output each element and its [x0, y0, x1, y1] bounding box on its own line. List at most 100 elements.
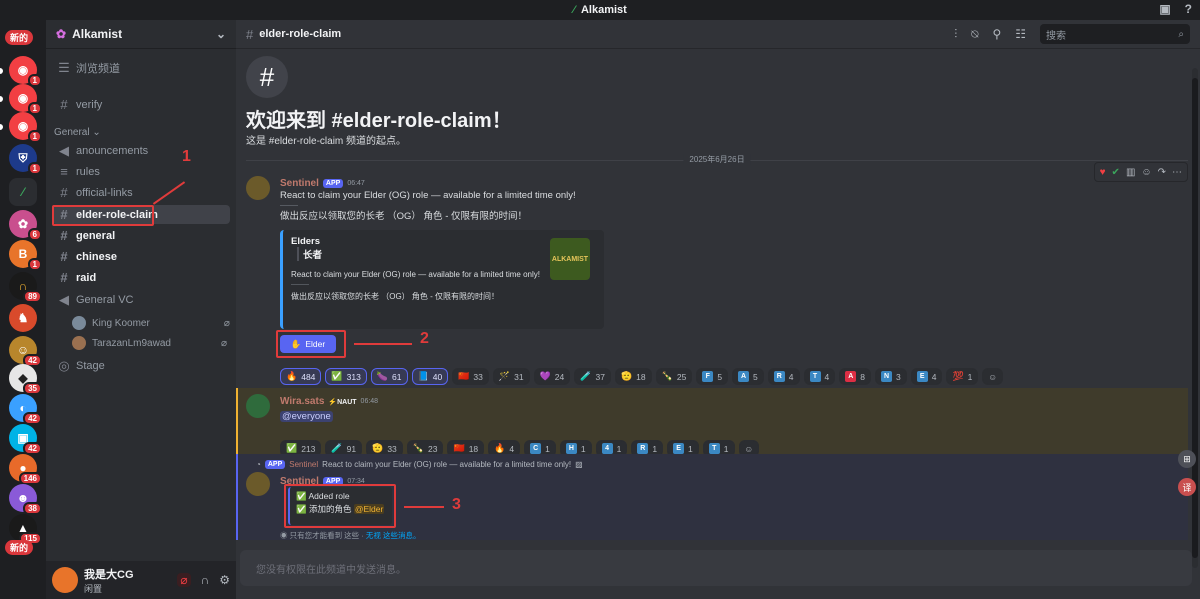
reaction-chip[interactable]: R4 — [767, 368, 800, 385]
discord-server-icon[interactable]: ◉ 1 — [9, 56, 42, 87]
channel-label: rules — [76, 165, 100, 178]
reaction-chip[interactable]: 🇨🇳 33 — [452, 368, 489, 385]
reaction-chip[interactable]: N3 — [874, 368, 907, 385]
reaction-chip[interactable]: 💯 1 — [946, 368, 979, 385]
server-icon[interactable]: ☺ 42 — [9, 336, 42, 367]
everyone-mention[interactable]: @everyone — [280, 411, 333, 422]
server-icon[interactable]: ✿ 6 — [9, 210, 42, 241]
help-icon[interactable]: ? — [1185, 2, 1192, 16]
mic-off-icon: ⌀ — [220, 337, 227, 349]
channel-anouncements[interactable]: ◀ anouncements — [52, 141, 230, 160]
reaction-count: 1 — [723, 443, 729, 454]
unread-dot — [0, 68, 3, 74]
channel-label: official-links — [76, 186, 133, 199]
reaction-chip[interactable]: A5 — [732, 368, 764, 385]
server-icon[interactable]: ∩ 89 — [9, 272, 42, 303]
bell-off-icon[interactable]: ⍉ — [971, 27, 978, 42]
server-icon[interactable]: ● 146 — [9, 454, 42, 485]
channel-official-links[interactable]: # official-links — [52, 183, 230, 202]
reaction-chip[interactable]: ✅ 313 — [325, 368, 367, 385]
channel-chinese[interactable]: # chinese — [52, 247, 230, 266]
server-icon[interactable]: ◆ 35 — [9, 364, 42, 395]
avatar[interactable] — [246, 472, 270, 496]
reaction-chip[interactable]: 🧪 37 — [574, 368, 611, 385]
channel-rules[interactable]: ≡ rules — [52, 162, 230, 181]
window-titlebar: ⁄ Alkamist ▣? — [0, 0, 1200, 20]
channel-label: general — [76, 229, 116, 242]
rules-icon: ≡ — [60, 164, 68, 179]
translate-icon[interactable]: 译 — [1178, 478, 1196, 496]
reaction-chip[interactable]: 💜 24 — [533, 368, 571, 385]
avatar[interactable] — [52, 567, 78, 593]
reaction-chip[interactable]: E4 — [910, 368, 943, 385]
reaction-chip[interactable]: 🍾 25 — [655, 368, 693, 385]
voice-user[interactable]: TarazanLm9awad ⌀ — [72, 336, 227, 350]
reaction-count: 91 — [346, 443, 357, 454]
alkamist-server-icon[interactable]: ⁄ — [9, 178, 37, 206]
hash-icon: # — [246, 26, 254, 42]
hash-icon: # — [60, 249, 68, 264]
app-badge: APP — [322, 179, 344, 188]
server-icon[interactable]: ♞ — [9, 304, 37, 332]
reaction-chip[interactable]: 🍆 61 — [370, 368, 408, 385]
dismiss-link[interactable]: 无视 这些消息。 — [366, 531, 421, 540]
category-general[interactable]: General ⌄ — [54, 127, 101, 138]
reaction-chip[interactable]: A8 — [839, 368, 871, 385]
apps-icon[interactable]: ⊞ — [1178, 450, 1196, 468]
add-reaction-icon[interactable]: ☺ — [982, 368, 1004, 385]
discord-server-icon[interactable]: ◉ 1 — [9, 84, 42, 115]
members-icon[interactable]: ☷ — [1015, 27, 1026, 41]
annotation-label-3: 3 — [452, 496, 461, 513]
letter-emoji-icon: T — [708, 443, 720, 454]
channel-general-vc[interactable]: ◀ General VC — [52, 290, 230, 309]
reaction-chip[interactable]: F5 — [696, 368, 729, 385]
channel-verify[interactable]: # verify — [52, 95, 230, 114]
embed-thumbnail[interactable]: ALKAMIST — [550, 238, 590, 280]
reaction-chip[interactable]: 🫡 18 — [614, 368, 652, 385]
channel-general[interactable]: # general — [52, 226, 230, 245]
discord-server-icon[interactable]: ◉ 1 — [9, 112, 42, 143]
server-icon[interactable]: ☻ 38 — [9, 484, 42, 515]
avatar[interactable] — [246, 394, 270, 418]
reaction-count: 18 — [468, 443, 479, 454]
chat-area: # elder-role-claim ⫶ ⍉ ⚲ ☷ 搜索 ⌕ # 欢迎来到 #e… — [236, 20, 1200, 599]
server-icon[interactable]: ▲ 115 — [9, 514, 42, 545]
server-header[interactable]: ✿ Alkamist ⌄ — [46, 20, 236, 49]
reaction-chip[interactable]: T4 — [803, 368, 836, 385]
avatar[interactable] — [246, 176, 270, 200]
reply-avatar-icon: ◔ — [256, 460, 261, 469]
reply-reference[interactable]: ◔ APP Sentinel React to claim your Elder… — [256, 460, 583, 469]
server-icon[interactable]: B1 — [9, 240, 42, 271]
search-input[interactable]: 搜索 ⌕ — [1040, 24, 1190, 44]
reaction-count: 61 — [392, 371, 402, 382]
message-composer: 您没有权限在此频道中发送消息。 — [240, 550, 1192, 586]
reaction-count: 313 — [346, 371, 361, 382]
mic-muted-icon[interactable]: ⌀ — [177, 573, 191, 587]
voice-user[interactable]: King Koomer ⌀ — [72, 316, 230, 330]
megaphone-icon: ◀ — [59, 142, 69, 158]
reaction-chip[interactable]: 🪄 31 — [492, 368, 530, 385]
avatar — [72, 316, 86, 330]
annotation-box-2 — [276, 330, 346, 358]
browse-channels[interactable]: ☰ 浏览频道 — [52, 58, 230, 77]
pin-icon[interactable]: ⚲ — [992, 27, 1001, 41]
channel-label: chinese — [76, 250, 117, 263]
gear-icon[interactable]: ⚙ — [219, 573, 230, 587]
author-name[interactable]: Sentinel APP 06:47 — [280, 178, 365, 189]
reaction-chip[interactable]: 📘 40 — [411, 368, 449, 385]
channel-raid[interactable]: # raid — [52, 268, 230, 287]
headphones-icon[interactable]: ∩ — [201, 573, 210, 587]
author-name[interactable]: Wira.sats ⚡NAUT 06:48 — [280, 396, 378, 407]
reaction-count: 1 — [580, 443, 586, 454]
reaction-chip[interactable]: 🔥 484 — [280, 368, 322, 385]
shield-server-icon[interactable]: ⛨ 1 — [9, 144, 42, 175]
channel-stage[interactable]: ◎ Stage — [52, 356, 230, 375]
inbox-icon[interactable]: ▣ — [1159, 2, 1170, 16]
reaction-count: 40 — [432, 371, 443, 382]
mention-badge: 38 — [23, 502, 42, 515]
server-icon[interactable]: ◐ 42 — [9, 394, 42, 425]
emoji-icon: 🪄 — [498, 371, 511, 381]
threads-icon[interactable]: ⫶ — [954, 27, 957, 42]
reaction-count: 213 — [301, 443, 316, 454]
server-icon[interactable]: ▣ 42 — [9, 424, 42, 455]
